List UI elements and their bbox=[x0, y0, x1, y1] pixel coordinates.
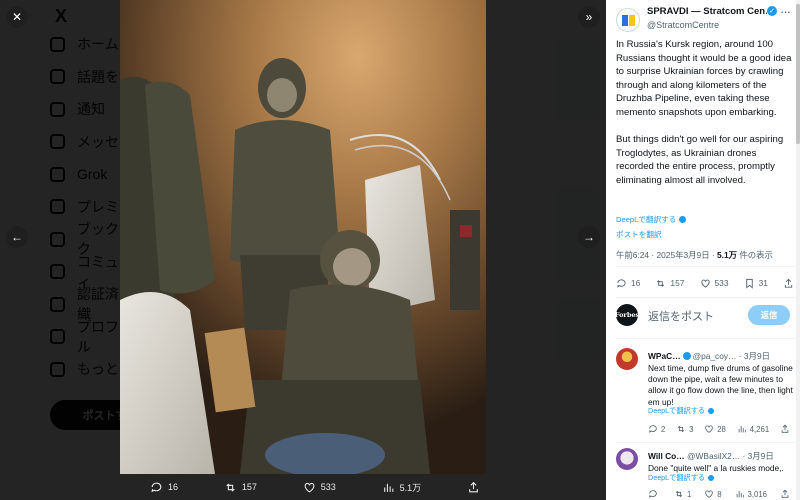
reply-avatar[interactable] bbox=[616, 448, 638, 470]
deepl-icon bbox=[708, 408, 715, 414]
reply-icon bbox=[649, 490, 657, 498]
views-button[interactable]: 4,261 bbox=[737, 424, 769, 434]
close-icon: ✕ bbox=[11, 10, 23, 24]
reply-button[interactable]: 2 bbox=[648, 424, 665, 434]
deepl-icon bbox=[679, 216, 687, 223]
author-avatar[interactable] bbox=[616, 8, 640, 32]
like-icon bbox=[705, 490, 713, 498]
reply-avatar[interactable] bbox=[616, 348, 638, 370]
deepl-icon bbox=[708, 475, 715, 481]
like-button[interactable]: 28 bbox=[704, 424, 726, 434]
reply-icon bbox=[617, 278, 626, 288]
repost-icon bbox=[226, 482, 235, 492]
views-icon bbox=[383, 483, 393, 492]
share-button[interactable] bbox=[780, 424, 790, 434]
repost-icon bbox=[657, 279, 665, 287]
share-button[interactable] bbox=[783, 278, 794, 289]
author-handle[interactable]: @StratcomCentre bbox=[647, 20, 719, 30]
close-button[interactable]: ✕ bbox=[6, 6, 28, 28]
views-button[interactable]: 3,016 bbox=[735, 489, 767, 499]
reply-header: WPaC… @pa_coy… · 3月9日 bbox=[648, 351, 770, 361]
like-button[interactable]: 8 bbox=[704, 489, 722, 499]
reply-header: Will Co… @WBasilX2… · 3月9日 bbox=[648, 451, 774, 461]
reply-submit-button[interactable]: 返信 bbox=[748, 305, 790, 325]
reply-composer: Forbes 返信をポスト 返信 bbox=[615, 302, 796, 330]
media-share-button[interactable] bbox=[467, 481, 480, 494]
reply-text: Next time, dump five drums of gasoline d… bbox=[648, 363, 793, 407]
share-icon bbox=[784, 278, 793, 288]
reply-actions: 1 8 3,016 bbox=[648, 489, 790, 499]
deepl-translate-link[interactable]: DeepLで翻訳する bbox=[648, 473, 715, 483]
divider bbox=[616, 266, 796, 267]
double-chevron-right-icon: » bbox=[585, 10, 593, 24]
post-header: SPRAVDI — Stratcom Cen… ✓ ··· @StratcomC… bbox=[616, 4, 796, 34]
panel-scrollbar[interactable] bbox=[796, 0, 800, 500]
divider bbox=[616, 442, 796, 443]
bookmark-icon bbox=[745, 278, 753, 289]
verified-badge-icon: ✓ bbox=[767, 6, 777, 16]
reply-icon bbox=[649, 425, 657, 433]
divider bbox=[616, 338, 796, 339]
reply-item[interactable]: Will Co… @WBasilX2… · 3月9日 Done "quite w… bbox=[616, 448, 796, 500]
translate-post-link[interactable]: ポストを翻訳 bbox=[616, 229, 662, 240]
post-text: In Russia's Kursk region, around 100 Rus… bbox=[616, 38, 794, 201]
verified-badge-icon bbox=[682, 352, 691, 360]
repost-button[interactable]: 1 bbox=[674, 489, 691, 499]
arrow-right-icon: → bbox=[583, 230, 595, 244]
repost-button[interactable]: 3 bbox=[676, 424, 693, 434]
views-icon bbox=[738, 426, 746, 433]
reply-item[interactable]: WPaC… @pa_coy… · 3月9日 Next time, dump fiv… bbox=[616, 348, 796, 443]
reply-button[interactable]: 16 bbox=[616, 278, 640, 289]
soldiers-in-pipeline-photo bbox=[120, 0, 486, 474]
post-timestamp: 午前6:24 · 2025年3月9日 · 5.1万 件の表示 bbox=[616, 250, 773, 260]
reply-actions: 2 3 28 4,261 bbox=[648, 424, 790, 434]
divider bbox=[616, 297, 796, 298]
bookmark-button[interactable]: 31 bbox=[744, 278, 768, 289]
media-repost-button[interactable]: 157 bbox=[224, 481, 257, 494]
deepl-translate-link[interactable]: DeepLで翻訳する bbox=[648, 406, 715, 416]
author-name[interactable]: SPRAVDI — Stratcom Cen… bbox=[647, 6, 767, 17]
repost-icon bbox=[675, 490, 683, 498]
like-button[interactable]: 533 bbox=[700, 278, 728, 289]
reply-button[interactable] bbox=[648, 489, 661, 499]
reply-input[interactable]: 返信をポスト bbox=[648, 308, 714, 324]
previous-media-button[interactable]: ← bbox=[6, 226, 28, 248]
media-reply-button[interactable]: 16 bbox=[150, 481, 178, 494]
reply-icon bbox=[151, 482, 162, 492]
share-icon bbox=[469, 481, 478, 492]
post-stats-bar: 16 157 533 31 bbox=[616, 275, 794, 291]
media-views-button[interactable]: 5.1万 bbox=[382, 481, 421, 494]
more-options-icon[interactable]: ··· bbox=[780, 4, 791, 19]
repost-icon bbox=[677, 425, 685, 433]
deepl-translate-link[interactable]: DeepLで翻訳する bbox=[616, 214, 687, 225]
post-paragraph: But things didn't go well for our aspiri… bbox=[616, 134, 784, 186]
arrow-left-icon: ← bbox=[11, 230, 23, 244]
next-media-button[interactable]: → bbox=[578, 226, 600, 248]
like-icon bbox=[700, 279, 710, 288]
views-icon bbox=[736, 491, 744, 498]
current-user-avatar[interactable]: Forbes bbox=[615, 304, 639, 326]
like-icon bbox=[705, 425, 713, 433]
media-action-bar: 16 157 533 5.1万 bbox=[150, 476, 480, 498]
post-paragraph: In Russia's Kursk region, around 100 Rus… bbox=[616, 39, 792, 118]
share-icon bbox=[781, 424, 789, 433]
media-like-button[interactable]: 533 bbox=[303, 481, 336, 494]
post-detail-panel: SPRAVDI — Stratcom Cen… ✓ ··· @StratcomC… bbox=[606, 0, 800, 500]
share-icon bbox=[781, 489, 789, 498]
scrollbar-thumb[interactable] bbox=[796, 4, 800, 144]
share-button[interactable] bbox=[780, 489, 790, 499]
like-icon bbox=[304, 482, 315, 492]
collapse-panel-button[interactable]: » bbox=[578, 6, 600, 28]
repost-button[interactable]: 157 bbox=[655, 278, 684, 289]
media-photo[interactable] bbox=[120, 0, 486, 474]
